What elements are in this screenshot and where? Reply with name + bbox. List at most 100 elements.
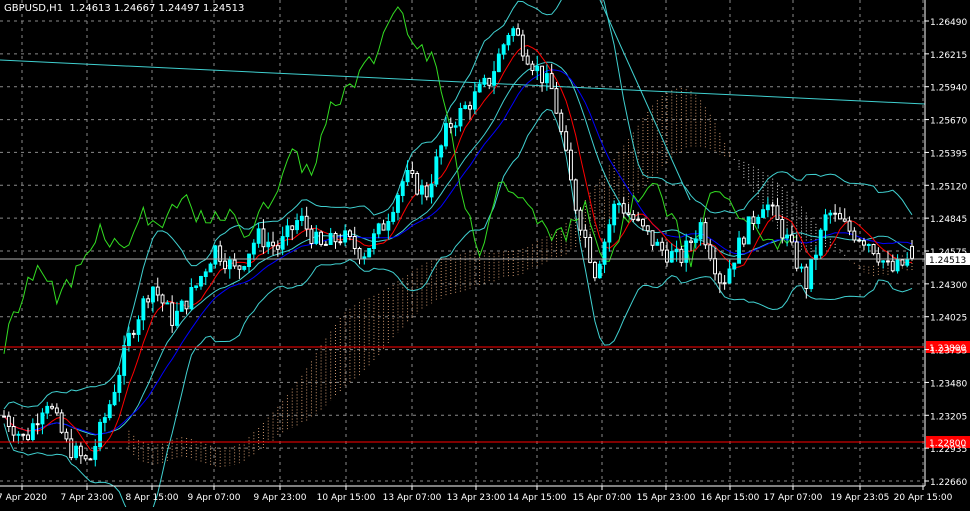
- bull-candle: [386, 221, 391, 231]
- bull-candle: [227, 259, 232, 270]
- bull-candle: [746, 216, 751, 245]
- bear-candle: [424, 185, 429, 198]
- bear-candle: [717, 273, 722, 284]
- bull-candle: [189, 287, 194, 310]
- time-axis: 7 Apr 2020 7 Apr 23:00 8 Apr 15:00 9 Apr 07…: [0, 486, 953, 503]
- bull-candle: [295, 220, 300, 231]
- bollinger-upper-line: [3, 0, 913, 410]
- bull-candle: [208, 263, 213, 273]
- bull-candle: [501, 44, 506, 55]
- bear-candle: [59, 412, 64, 433]
- price-chart[interactable]: 1.23800 1.22800 1.24513 1.26490 1.26215 1.25…: [0, 0, 970, 511]
- bull-candle: [439, 145, 444, 158]
- bear-candle: [564, 131, 569, 151]
- bull-candle: [372, 233, 376, 250]
- bear-candle: [636, 218, 641, 221]
- bear-candle: [516, 28, 520, 36]
- bear-candle: [741, 237, 746, 245]
- bear-candle: [415, 173, 420, 195]
- bear-candle: [468, 105, 473, 110]
- bull-candle: [429, 183, 434, 198]
- bull-candle: [199, 276, 203, 287]
- bull-candle: [463, 105, 468, 109]
- bear-candle: [2, 415, 6, 418]
- bear-candle: [641, 218, 645, 227]
- bull-candle: [266, 241, 271, 248]
- bear-candle: [357, 248, 362, 260]
- bear-candle: [842, 218, 847, 222]
- bear-candle: [237, 265, 242, 270]
- bull-candle: [122, 345, 127, 376]
- bull-candle: [242, 266, 247, 270]
- y-tick-label: 1.26490: [930, 18, 967, 28]
- bear-candle: [223, 260, 228, 270]
- bollinger-middle-line: [3, 61, 913, 436]
- candles: [2, 23, 914, 467]
- bull-candle: [117, 374, 122, 393]
- x-tick-label: 17 Apr 07:00: [764, 493, 823, 503]
- trend-line-steep: [599, 0, 691, 201]
- bull-candle: [367, 248, 372, 258]
- bear-candle: [11, 426, 16, 436]
- bull-candle: [895, 259, 900, 272]
- bull-candle: [765, 204, 770, 211]
- kijun-sen-line: [3, 69, 913, 435]
- y-tick-label: 1.22935: [930, 445, 967, 455]
- bull-candle: [612, 203, 617, 226]
- bull-candle: [511, 28, 516, 37]
- y-tick-label: 1.24575: [930, 248, 967, 258]
- bear-candle: [665, 249, 669, 263]
- bear-candle: [876, 253, 881, 263]
- bull-candle: [175, 310, 179, 326]
- bull-candle: [698, 222, 703, 240]
- bear-candle: [857, 239, 862, 242]
- bull-candle: [655, 241, 660, 246]
- bull-candle: [400, 181, 405, 196]
- bull-candle: [16, 433, 21, 436]
- bear-candle: [333, 233, 338, 243]
- x-tick-label: 13 Apr 23:00: [447, 493, 506, 503]
- bear-candle: [780, 219, 785, 239]
- y-tick-label: 1.24845: [930, 215, 967, 225]
- bull-candle: [472, 91, 477, 110]
- x-tick-label: 7 Apr 23:00: [61, 493, 114, 503]
- bear-candle: [900, 259, 905, 266]
- trend-line: [0, 59, 926, 105]
- x-tick-label: 15 Apr 07:00: [573, 493, 632, 503]
- bear-candle: [64, 431, 69, 440]
- bear-candle: [838, 213, 842, 220]
- bear-candle: [21, 433, 26, 436]
- bull-candle: [102, 417, 107, 423]
- bull-candle: [674, 248, 679, 253]
- bear-candle: [487, 77, 492, 86]
- bear-candle: [578, 209, 583, 231]
- bear-candle: [621, 203, 626, 214]
- y-tick-label: 1.24300: [930, 281, 967, 291]
- bear-candle: [569, 149, 573, 181]
- bear-candle: [304, 215, 309, 230]
- chikou-span-line: [3, 6, 797, 354]
- chart-canvas[interactable]: 1.238001.228001.24513 1.26490 1.26215 1.25…: [0, 0, 970, 511]
- bear-candle: [155, 286, 160, 296]
- horizontal-levels: 1.238001.228001.24513: [0, 253, 970, 449]
- bull-candle: [93, 446, 98, 460]
- bear-candle: [78, 445, 83, 457]
- bull-candle: [151, 286, 155, 303]
- bear-candle: [573, 179, 578, 211]
- bull-candle: [492, 71, 497, 86]
- bear-candle: [26, 434, 31, 440]
- bear-candle: [626, 212, 631, 215]
- bull-candle: [328, 233, 333, 245]
- bear-candle: [549, 73, 554, 90]
- bull-candle: [818, 229, 823, 256]
- bear-candle: [910, 245, 914, 259]
- bear-candle: [886, 260, 890, 263]
- bull-candle: [107, 404, 112, 419]
- bull-candle: [136, 319, 141, 335]
- bull-candle: [785, 234, 789, 239]
- bull-candle: [343, 230, 348, 243]
- bull-candle: [597, 263, 602, 279]
- bear-candle: [631, 214, 636, 220]
- bull-candle: [602, 241, 607, 265]
- bear-candle: [530, 63, 535, 71]
